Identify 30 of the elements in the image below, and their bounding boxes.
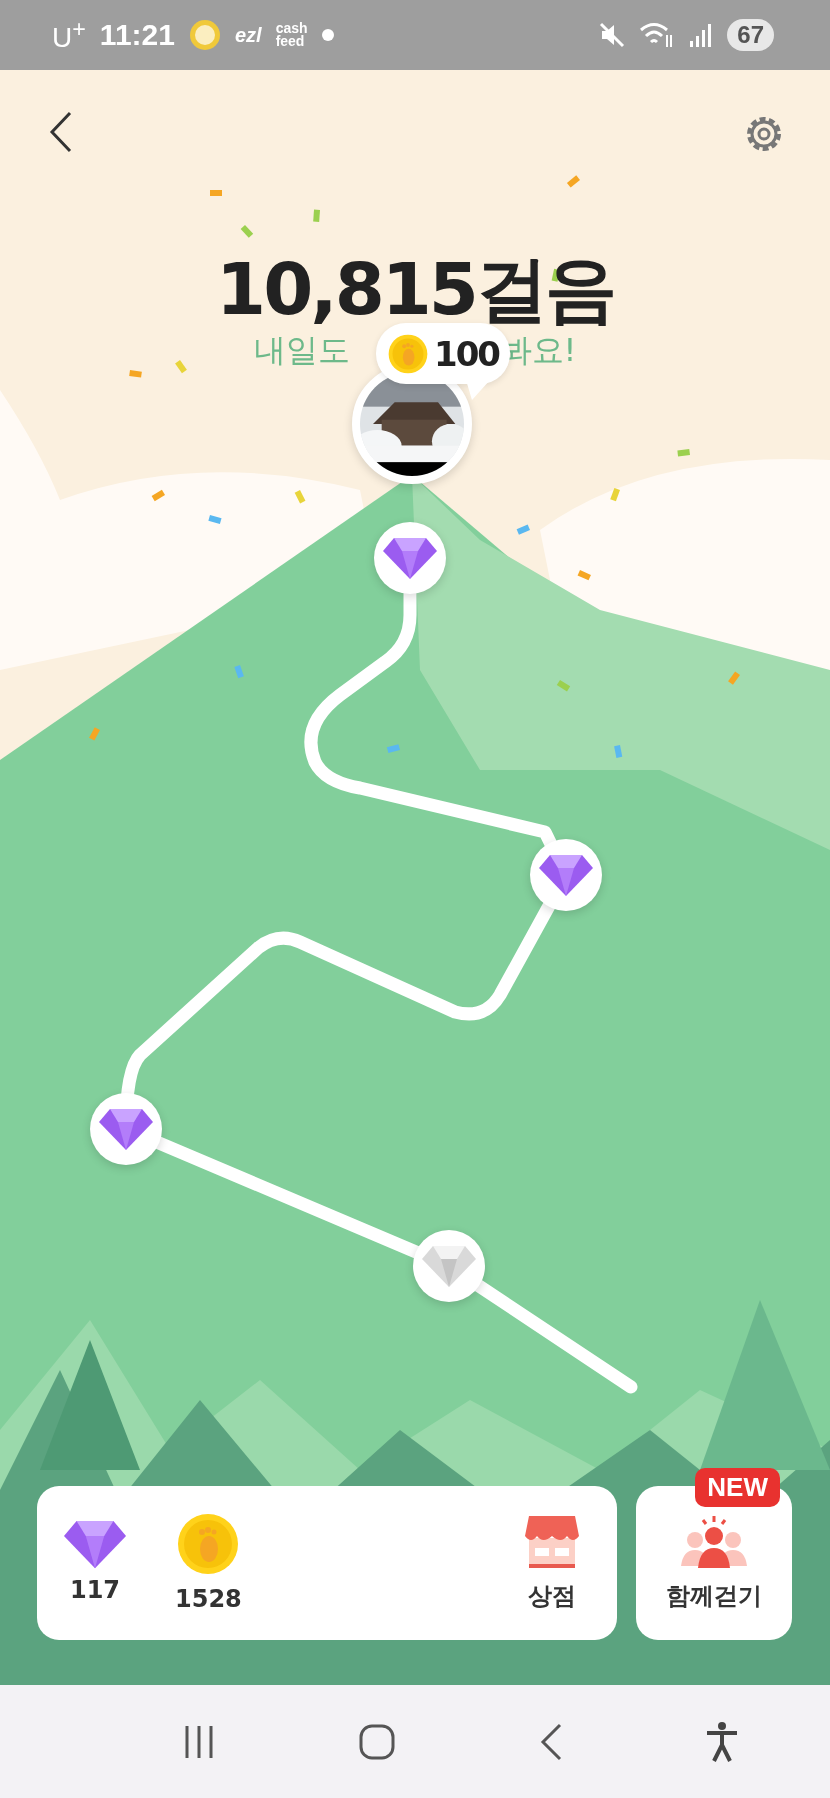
home-icon[interactable] [358, 1722, 397, 1761]
signal-icon [689, 22, 714, 48]
back-icon[interactable] [48, 110, 74, 154]
carrier-label: U$^{+}$ [52, 15, 86, 55]
notification-dot-icon [321, 29, 334, 41]
sun-icon [188, 19, 221, 51]
coin-count: 1528 [175, 1585, 242, 1613]
gem-icon [382, 536, 438, 580]
step-count: 10,815걸음 [215, 250, 615, 330]
reward-amount: 100 [434, 333, 499, 374]
people-icon [681, 1514, 747, 1570]
battery-indicator: 67 [727, 19, 774, 51]
clock: 11:21 [99, 18, 175, 52]
gem-icon [62, 1518, 128, 1570]
app-logo-text: feed [275, 35, 306, 48]
gem-icon [538, 853, 594, 897]
shop-icon[interactable] [523, 1514, 581, 1570]
mute-icon [599, 22, 626, 48]
walk-together-label: 함께걷기 [666, 1581, 762, 1612]
gem-icon [421, 1244, 477, 1288]
gem-icon [98, 1107, 154, 1151]
gem-count: 117 [69, 1576, 121, 1604]
app-logo: ezl [234, 23, 262, 47]
shop-label[interactable]: 상점 [528, 1580, 576, 1612]
subtitle-text: 내일도 [253, 330, 350, 372]
new-badge: NEW [695, 1468, 780, 1507]
accessibility-icon[interactable] [705, 1720, 740, 1763]
coin-icon [177, 1513, 240, 1575]
app-logo-text: cash [275, 22, 308, 35]
coin-icon [388, 333, 428, 374]
